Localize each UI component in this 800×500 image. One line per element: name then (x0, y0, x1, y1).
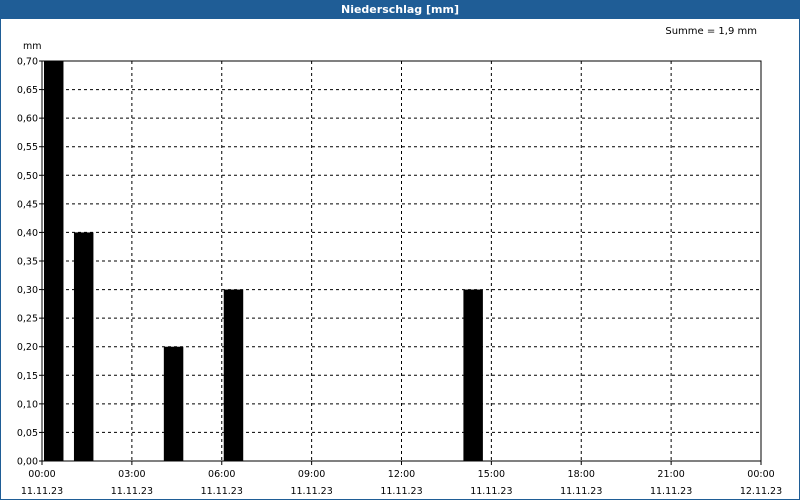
y-tick-label: 0,70 (17, 57, 38, 68)
x-tick-label-time: 12:00 (388, 469, 415, 480)
y-tick-label: 0,20 (17, 342, 38, 353)
y-tick-label: 0,15 (17, 371, 38, 382)
axes (39, 60, 762, 465)
x-tick-label-date: 11.11.23 (201, 486, 243, 497)
precipitation-bar (73, 232, 94, 461)
precipitation-chart: 0,00 0,05 0,10 0,15 0,20 0,25 0,30 0,35 0,40 0,45… (17, 41, 782, 497)
x-tick-label-date: 11.11.23 (111, 486, 153, 497)
y-tick-label: 0,50 (17, 171, 38, 182)
y-tick-label: 0,45 (17, 199, 38, 210)
precipitation-bar (44, 61, 64, 461)
precipitation-bar (223, 289, 244, 461)
x-tick-label-time: 00:00 (28, 469, 55, 480)
y-tick-label: 0,40 (17, 228, 38, 239)
x-tick-label-date: 11.11.23 (650, 486, 692, 497)
y-tick-label: 0,10 (17, 399, 38, 410)
grid (42, 60, 761, 461)
x-tick-label-time: 03:00 (118, 469, 145, 480)
x-tick-label-date: 11.11.23 (380, 486, 422, 497)
x-tick-label-date: 11.11.23 (290, 486, 332, 497)
precipitation-bar (163, 346, 184, 461)
y-tick-label: 0,65 (17, 85, 38, 96)
x-tick-label-time: 06:00 (208, 469, 235, 480)
x-tick-label-date: 11.11.23 (470, 486, 512, 497)
x-tick-label-time: 21:00 (657, 469, 684, 480)
y-tick-label: 0,55 (17, 142, 38, 153)
y-tick-label: 0,00 (17, 457, 38, 468)
chart-window: Niederschlag [mm] Summe = 1,9 mm 0,00 0,0… (0, 0, 800, 500)
y-tick-label: 0,05 (17, 428, 38, 439)
x-tick-label-time: 18:00 (568, 469, 595, 480)
y-tick-label: 0,60 (17, 114, 38, 125)
x-tick-label-time: 15:00 (478, 469, 505, 480)
precipitation-bar (463, 289, 483, 461)
x-tick-label-time: 00:00 (747, 469, 774, 480)
y-axis-label: mm (23, 41, 42, 52)
y-tick-label: 0,25 (17, 314, 38, 325)
x-tick-label-date: 12.11.23 (740, 486, 782, 497)
x-tick-label-date: 11.11.23 (560, 486, 602, 497)
x-tick-label-time: 09:00 (298, 469, 325, 480)
y-tick-label: 0,35 (17, 257, 38, 268)
y-tick-label: 0,30 (17, 285, 38, 296)
x-tick-label-date: 11.11.23 (21, 486, 63, 497)
